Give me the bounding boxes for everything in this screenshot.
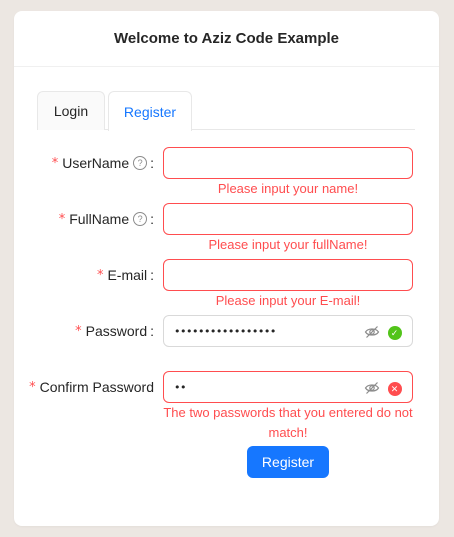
username-error: Please input your name!	[217, 181, 359, 196]
username-label-text: UserName	[62, 155, 130, 171]
colon: :	[150, 211, 154, 227]
tab-register[interactable]: Register	[108, 91, 192, 131]
fullname-error: Please input your fullName!	[208, 237, 368, 252]
username-input[interactable]	[163, 147, 413, 179]
email-label: * E-mail :	[97, 259, 154, 291]
question-circle-icon[interactable]: ?	[133, 156, 148, 170]
fullname-input[interactable]	[163, 203, 413, 235]
required-mark: *	[58, 211, 66, 227]
question-circle-icon[interactable]: ?	[133, 212, 148, 226]
fullname-label-text: FullName	[69, 211, 130, 227]
eye-invisible-icon[interactable]	[364, 380, 380, 396]
confirm-password-value: ••	[174, 380, 186, 394]
colon: :	[150, 323, 154, 339]
colon: :	[150, 267, 154, 283]
password-input[interactable]: ••••••••••••••••• ✓	[163, 315, 413, 347]
close-circle-icon: ✕	[388, 382, 402, 396]
confirm-password-error: The two passwords that you entered do no…	[163, 405, 413, 440]
password-label: * Password :	[75, 315, 154, 347]
card-title: Welcome to Aziz Code Example	[14, 11, 439, 67]
email-label-text: E-mail	[107, 267, 148, 283]
confirm-password-label-text: Confirm Password	[39, 379, 154, 395]
confirm-password-input[interactable]: •• ✕	[163, 371, 413, 403]
required-mark: *	[96, 267, 104, 283]
username-label: * UserName ? :	[52, 147, 154, 179]
colon: :	[150, 155, 154, 171]
required-mark: *	[51, 155, 59, 171]
register-card: Welcome to Aziz Code Example Login Regis…	[14, 11, 439, 526]
fullname-label: * FullName ? :	[59, 203, 154, 235]
password-value: •••••••••••••••••	[174, 324, 276, 338]
eye-invisible-icon[interactable]	[364, 324, 380, 340]
required-mark: *	[29, 379, 36, 395]
email-input[interactable]	[163, 259, 413, 291]
register-button[interactable]: Register	[247, 446, 329, 478]
confirm-password-label: * Confirm Password	[29, 371, 154, 403]
check-circle-icon: ✓	[388, 326, 402, 340]
password-label-text: Password	[85, 323, 148, 339]
tab-bar: Login Register	[37, 91, 415, 131]
email-error: Please input your E-mail!	[215, 293, 361, 308]
required-mark: *	[75, 323, 82, 339]
tab-login[interactable]: Login	[37, 91, 105, 130]
